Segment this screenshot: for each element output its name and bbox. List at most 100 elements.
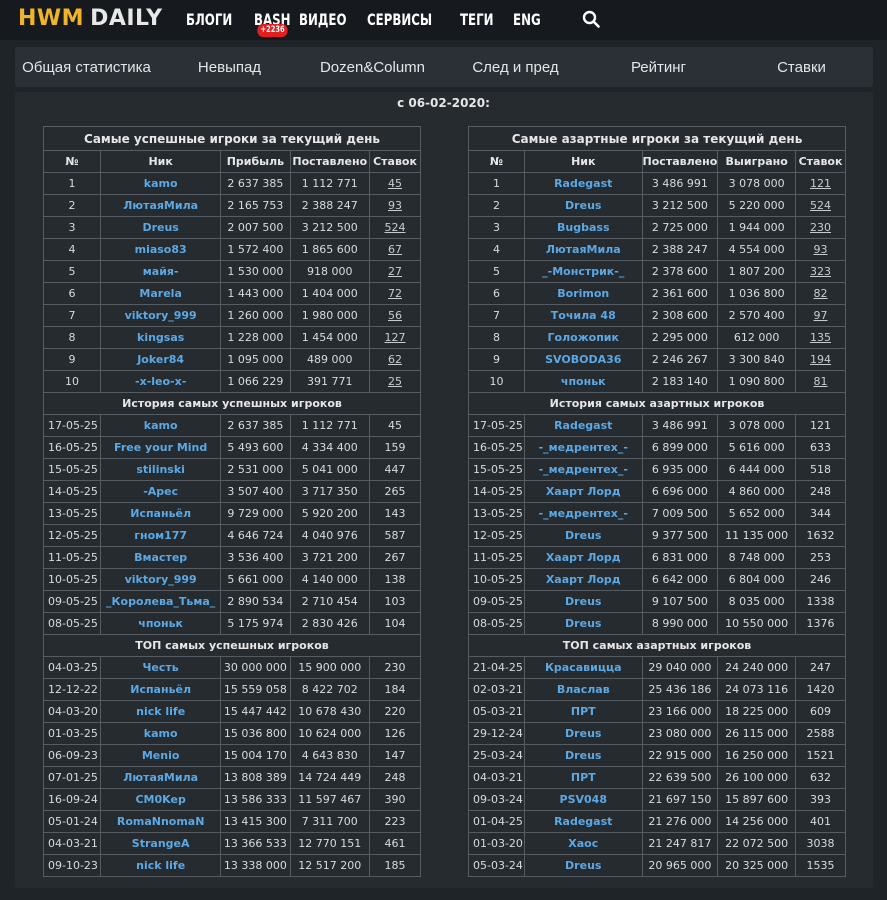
player-link[interactable]: SVOBODA36 <box>523 348 643 371</box>
player-link[interactable]: miaso83 <box>100 238 222 261</box>
player-link[interactable]: Хаарт Лорд <box>523 480 643 503</box>
player-link[interactable]: Вмастер <box>100 546 222 569</box>
tab-nevypad[interactable]: Невыпад <box>158 59 301 76</box>
player-link[interactable]: ЛютаяМила <box>100 766 222 789</box>
nav-bash[interactable]: BASH +2236 <box>254 10 291 37</box>
player-link[interactable]: ЛютаяМила <box>523 238 643 261</box>
player-link[interactable]: viktory_999 <box>100 568 222 591</box>
player-link[interactable]: гном177 <box>100 524 222 547</box>
player-link[interactable]: kamo <box>100 172 222 195</box>
player-link[interactable]: Radegast <box>523 414 643 437</box>
player-link[interactable]: Dreus <box>523 524 643 547</box>
nav-eng[interactable]: ENG <box>513 10 541 29</box>
player-link[interactable]: Dreus <box>523 854 643 877</box>
bets-link[interactable]: 82 <box>795 282 846 305</box>
site-logo[interactable]: HWM DAILY <box>18 6 163 31</box>
player-link[interactable]: Joker84 <box>100 348 222 371</box>
bets-link[interactable]: 67 <box>369 238 421 261</box>
player-link[interactable]: Хаарт Лорд <box>523 546 643 569</box>
player-link[interactable]: Точила 48 <box>523 304 643 327</box>
player-link[interactable]: RomaNnomaN <box>100 810 222 833</box>
bets-link[interactable]: 135 <box>795 326 846 349</box>
bets-link[interactable]: 62 <box>369 348 421 371</box>
table-cell: 230 <box>369 656 421 679</box>
player-link[interactable]: -_медрентех_- <box>523 502 643 525</box>
player-link[interactable]: -_медрентех_- <box>523 436 643 459</box>
player-link[interactable]: kamo <box>100 722 222 745</box>
player-link[interactable]: Власлав <box>523 678 643 701</box>
search-icon[interactable] <box>582 10 600 28</box>
player-link[interactable]: Dreus <box>523 590 643 613</box>
player-link[interactable]: -x-leo-x- <box>100 370 222 393</box>
player-link[interactable]: Dreus <box>523 744 643 767</box>
player-link[interactable]: Free your Mind <box>100 436 222 459</box>
player-link[interactable]: PSV048 <box>523 788 643 811</box>
bets-link[interactable]: 524 <box>795 194 846 217</box>
bets-link[interactable]: 524 <box>369 216 421 239</box>
player-link[interactable]: Испаньёл <box>100 678 222 701</box>
bets-link[interactable]: 25 <box>369 370 421 393</box>
table-row: 11-05-25 Хаарт Лорд 6 831 000 8 748 000 253 <box>468 546 846 569</box>
player-link[interactable]: nick life <box>100 854 222 877</box>
bets-link[interactable]: 45 <box>369 172 421 195</box>
player-link[interactable]: Испаньёл <box>100 502 222 525</box>
player-link[interactable]: Menio <box>100 744 222 767</box>
bets-link[interactable]: 97 <box>795 304 846 327</box>
player-link[interactable]: nick life <box>100 700 222 723</box>
player-link[interactable]: stilinski <box>100 458 222 481</box>
player-link[interactable]: -Apec <box>100 480 222 503</box>
tab-dozen-column[interactable]: Dozen&Column <box>301 59 444 76</box>
player-link[interactable]: Dreus <box>523 722 643 745</box>
player-link[interactable]: Dreus <box>523 194 643 217</box>
player-link[interactable]: Borimon <box>523 282 643 305</box>
player-link[interactable]: kingsas <box>100 326 222 349</box>
bets-link[interactable]: 56 <box>369 304 421 327</box>
player-link[interactable]: Голожопик <box>523 326 643 349</box>
player-link[interactable]: CM0Kep <box>100 788 222 811</box>
player-link[interactable]: ПРТ <box>523 700 643 723</box>
tab-next-prev[interactable]: След и пред <box>444 59 587 76</box>
player-link[interactable]: майя- <box>100 260 222 283</box>
bets-link[interactable]: 323 <box>795 260 846 283</box>
player-link[interactable]: Bugbass <box>523 216 643 239</box>
nav-tags[interactable]: ТЕГИ <box>460 10 494 29</box>
player-link[interactable]: ПРТ <box>523 766 643 789</box>
nav-video[interactable]: ВИДЕО <box>299 10 346 29</box>
player-link[interactable]: Честь <box>100 656 222 679</box>
player-link[interactable]: ЛютаяМила <box>100 194 222 217</box>
bets-link[interactable]: 93 <box>369 194 421 217</box>
player-link[interactable]: Хаос <box>523 832 643 855</box>
player-link[interactable]: viktory_999 <box>100 304 222 327</box>
table-cell: 159 <box>369 436 421 459</box>
player-link[interactable]: чпоньк <box>100 612 222 635</box>
player-link[interactable]: _Королева_Тьма_ <box>100 590 222 613</box>
player-link[interactable]: StrangeA <box>100 832 222 855</box>
tab-bets[interactable]: Ставки <box>730 59 873 76</box>
nav-services[interactable]: СЕРВИСЫ <box>367 10 432 29</box>
table-cell: 3 212 500 <box>641 194 719 217</box>
tab-rating[interactable]: Рейтинг <box>587 59 730 76</box>
player-link[interactable]: Dreus <box>523 612 643 635</box>
bets-link[interactable]: 121 <box>795 172 846 195</box>
bets-link[interactable]: 81 <box>795 370 846 393</box>
player-link[interactable]: _-Монстрик-_ <box>523 260 643 283</box>
bets-link[interactable]: 194 <box>795 348 846 371</box>
player-link[interactable]: чпоньк <box>523 370 643 393</box>
player-link[interactable]: -_медрентех_- <box>523 458 643 481</box>
player-link[interactable]: Хаарт Лорд <box>523 568 643 591</box>
player-link[interactable]: Marela <box>100 282 222 305</box>
player-link[interactable]: Красавицца <box>523 656 643 679</box>
table-cell: 2 <box>42 194 102 217</box>
player-link[interactable]: Radegast <box>523 810 643 833</box>
player-link[interactable]: Radegast <box>523 172 643 195</box>
player-link[interactable]: Dreus <box>100 216 222 239</box>
nav-blogs[interactable]: БЛОГИ <box>186 10 232 29</box>
bets-link[interactable]: 93 <box>795 238 846 261</box>
bets-link[interactable]: 230 <box>795 216 846 239</box>
bets-link[interactable]: 27 <box>369 260 421 283</box>
player-link[interactable]: kamo <box>100 414 222 437</box>
bets-link[interactable]: 127 <box>369 326 421 349</box>
bets-link[interactable]: 72 <box>369 282 421 305</box>
tab-general-stats[interactable]: Общая статистика <box>15 59 158 76</box>
header-row: № Ник Поставлено Выиграно Ставок <box>468 150 846 173</box>
